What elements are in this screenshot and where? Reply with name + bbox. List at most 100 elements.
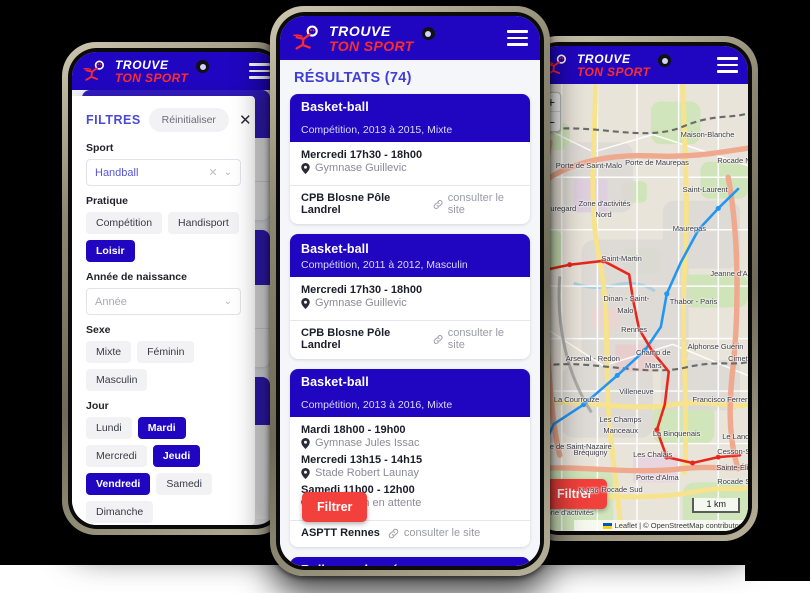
map-label: Rocade Sud [717, 476, 748, 486]
filter-button-results[interactable]: Filtrer [302, 492, 368, 522]
map-label: Porte de Maurepas [625, 157, 689, 167]
result-card-header: Basket-ball Compétition, 2013 à 2015, Mix… [290, 94, 530, 142]
annee-placeholder: Année [95, 295, 127, 308]
annee-select[interactable]: Année ⌄ [86, 288, 242, 315]
filters-title: FILTRES [86, 113, 141, 127]
clear-icon[interactable]: ✕ [208, 166, 217, 179]
phone-right-bezel: TROUVE TON SPORT + − Maison-Blanche Port… [530, 42, 752, 535]
result-sport-name: Roller randonnée [301, 563, 405, 566]
result-card-footer: ASPTT Rennes consulter le site [290, 520, 530, 547]
notification-badge-icon-center [421, 27, 435, 40]
map-label: Maurepas [672, 223, 707, 233]
result-slot: Mercredi 13h15 - 14h15Stade Robert Launa… [301, 454, 519, 479]
chip-jour-dimanche[interactable]: Dimanche [86, 501, 154, 523]
map-canvas[interactable]: + − Maison-Blanche Porte de Maurepas Rocad… [534, 84, 748, 531]
map-label: Le Landry [722, 431, 748, 441]
map-label: Les Chalais [633, 450, 673, 460]
brand-logo-left[interactable]: TROUVE TON SPORT [82, 59, 188, 84]
result-card[interactable]: Basket-ball Compétition, 2013 à 2015, Mix… [290, 94, 530, 224]
app-header-right: TROUVE TON SPORT [534, 46, 748, 84]
phone-left-bezel: TROUVE TON SPORT Basket-ballCompétition,… [68, 48, 284, 529]
chevron-down-icon: ⌄ [223, 296, 233, 307]
sport-select[interactable]: Handball ✕ ⌄ [86, 159, 242, 186]
map-label: Rocade Sud [601, 485, 643, 495]
chip-jour-mardi[interactable]: Mardi [137, 417, 186, 439]
map-label: La Courrouze [553, 394, 600, 404]
sexe-chip-group[interactable]: Mixte Féminin Masculin [86, 341, 241, 391]
map-scale-bar: 1 km [692, 498, 740, 513]
chip-jour-samedi[interactable]: Samedi [156, 473, 212, 495]
slot-time: Mercredi 17h30 - 18h00 [301, 284, 423, 296]
map-label: Cimetière [728, 354, 748, 364]
chip-pratique-handisport[interactable]: Handisport [168, 212, 239, 234]
menu-button-center[interactable] [507, 30, 528, 46]
chip-pratique-loisir[interactable]: Loisir [86, 240, 135, 262]
result-club-name: CPB Blosne Pôle Landrel [301, 192, 391, 216]
runner-icon [293, 25, 318, 50]
slot-location: Gymnase Guillevic [301, 297, 519, 309]
sport-selected-value: Handball [95, 166, 139, 179]
consult-site-link[interactable]: consulter le site [433, 327, 519, 351]
menu-button-right[interactable] [717, 57, 738, 73]
brand-wordmark-right: TROUVE TON SPORT [577, 53, 650, 78]
brand-line2-center: TON SPORT [329, 37, 414, 54]
chip-sexe-f-minin[interactable]: Féminin [137, 341, 195, 363]
consult-site-label: consulter le site [447, 192, 505, 216]
pratique-field-label: Pratique [86, 195, 129, 207]
results-list[interactable]: RÉSULTATS (74) Basket-ball Compétition, 2… [280, 60, 540, 566]
map-label: Maison-Blanche [680, 129, 735, 139]
external-link-icon [433, 334, 443, 344]
jour-chip-group[interactable]: Lundi Mardi Mercredi Jeudi Vendredi Samedi Dim… [86, 417, 241, 523]
result-slot-list: Mercredi 17h30 - 18h00Gymnase Guillevic [290, 277, 530, 320]
phone-left-screen: TROUVE TON SPORT Basket-ballCompétition,… [72, 52, 280, 525]
chip-jour-jeudi[interactable]: Jeudi [152, 445, 201, 467]
brand-logo-right[interactable]: TROUVE TON SPORT [544, 53, 650, 78]
chip-jour-vendredi[interactable]: Vendredi [86, 473, 151, 495]
phone-right-map: TROUVE TON SPORT + − Maison-Blanche Port… [524, 36, 758, 541]
result-card[interactable]: Basket-ball Compétition, 2011 à 2012, Mas… [290, 234, 530, 359]
chip-sexe-mixte[interactable]: Mixte [86, 341, 132, 363]
chip-jour-mercredi[interactable]: Mercredi [86, 445, 147, 467]
consult-site-link[interactable]: consulter le site [388, 527, 480, 539]
brand-line1-center: TROUVE [329, 22, 391, 39]
map-label: Porte de Saint-Malo [555, 160, 623, 170]
consult-site-link[interactable]: consulter le site [433, 192, 519, 216]
menu-button-left[interactable] [249, 63, 270, 79]
sport-field-label: Sport [86, 142, 114, 154]
result-card-header: Basket-ball Compétition, 2013 à 2016, Mix… [290, 369, 530, 417]
result-club-name: CPB Blosne Pôle Landrel [301, 327, 391, 351]
result-meta: Compétition, 2013 à 2016, Mixte [301, 399, 453, 411]
pratique-chip-group[interactable]: Compétition Handisport Loisir [86, 212, 241, 262]
result-card-header: Basket-ball Compétition, 2011 à 2012, Mas… [290, 234, 530, 277]
map-label: Champ de [636, 348, 671, 358]
chip-pratique-comp-tition[interactable]: Compétition [86, 212, 163, 234]
location-pin-icon [301, 162, 310, 174]
map-label: N 136 [578, 486, 599, 496]
result-card-header: Roller randonnéeLoisir, 2007 à 2004, Mix… [290, 557, 530, 566]
map-label: Nord [595, 210, 612, 220]
external-link-icon [388, 528, 399, 538]
chip-jour-lundi[interactable]: Lundi [86, 417, 132, 439]
brand-logo-center[interactable]: TROUVE TON SPORT [292, 24, 414, 53]
map-label: Zone d'activités [578, 198, 631, 208]
brand-line2-right: TON SPORT [577, 64, 651, 79]
map-label: Alphonse Guérin [687, 341, 744, 351]
brand-wordmark-center: TROUVE TON SPORT [329, 24, 414, 53]
brand-wordmark-left: TROUVE TON SPORT [115, 59, 188, 84]
reset-filters-button[interactable]: Réinitialiser [148, 108, 229, 132]
close-icon[interactable]: ✕ [237, 113, 254, 128]
location-pin-icon [301, 437, 310, 449]
filters-panel[interactable]: FILTRES Réinitialiser ✕ Sport Handball ✕… [72, 96, 256, 525]
slot-location: Gymnase Jules Issac [301, 437, 519, 449]
result-card[interactable]: Roller randonnéeLoisir, 2007 à 2004, Mix… [290, 557, 530, 566]
chip-sexe-masculin[interactable]: Masculin [86, 369, 148, 391]
notification-badge-icon-left [196, 60, 210, 73]
phone-center-results: TROUVE TON SPORT RÉSULTATS (74) Basket-b… [270, 6, 550, 576]
slot-time: Mercredi 13h15 - 14h15 [301, 454, 423, 466]
brand-line1-left: TROUVE [115, 57, 169, 72]
chevron-down-icon: ⌄ [223, 167, 233, 178]
map-label: Mars [644, 360, 662, 370]
map-attribution-text: Leaflet | © OpenStreetMap contributors [614, 521, 745, 530]
brand-line2-left: TON SPORT [115, 70, 189, 85]
map-label: Cesson-Sévigné [717, 447, 748, 457]
